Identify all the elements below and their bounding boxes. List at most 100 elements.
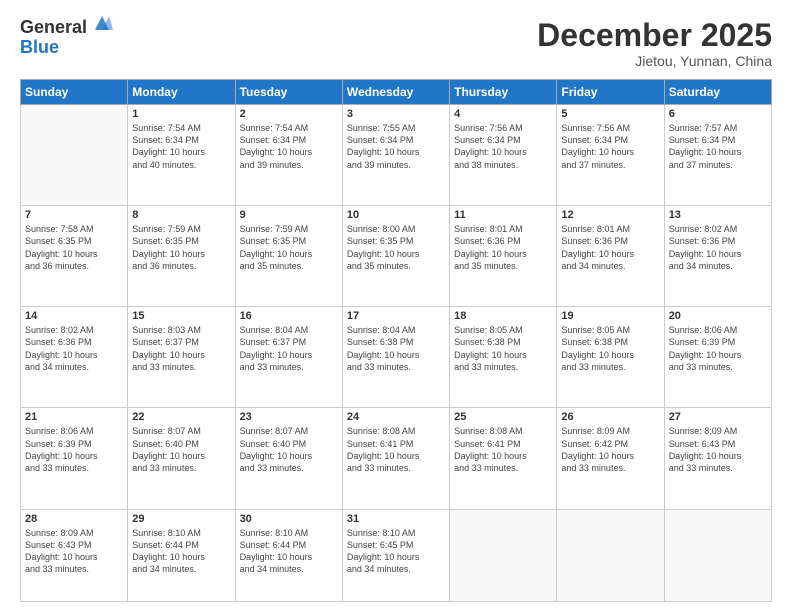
calendar-cell: 20 Sunrise: 8:06 AM Sunset: 6:39 PM Dayli… bbox=[664, 307, 771, 408]
cell-day-number: 11 bbox=[454, 209, 552, 221]
calendar-day-header: Wednesday bbox=[342, 80, 449, 105]
cell-info: Sunrise: 8:08 AM Sunset: 6:41 PM Dayligh… bbox=[454, 425, 552, 474]
cell-info: Sunrise: 7:59 AM Sunset: 6:35 PM Dayligh… bbox=[132, 223, 230, 272]
cell-day-number: 25 bbox=[454, 411, 552, 423]
cell-day-number: 31 bbox=[347, 513, 445, 525]
calendar-cell: 23 Sunrise: 8:07 AM Sunset: 6:40 PM Dayli… bbox=[235, 408, 342, 509]
cell-day-number: 13 bbox=[669, 209, 767, 221]
calendar-cell: 25 Sunrise: 8:08 AM Sunset: 6:41 PM Dayli… bbox=[450, 408, 557, 509]
cell-day-number: 7 bbox=[25, 209, 123, 221]
calendar-cell: 9 Sunrise: 7:59 AM Sunset: 6:35 PM Daylig… bbox=[235, 206, 342, 307]
cell-day-number: 1 bbox=[132, 108, 230, 120]
calendar-day-header: Sunday bbox=[21, 80, 128, 105]
cell-day-number: 27 bbox=[669, 411, 767, 423]
cell-day-number: 3 bbox=[347, 108, 445, 120]
cell-info: Sunrise: 8:07 AM Sunset: 6:40 PM Dayligh… bbox=[132, 425, 230, 474]
logo: General Blue bbox=[20, 18, 113, 58]
cell-info: Sunrise: 8:02 AM Sunset: 6:36 PM Dayligh… bbox=[669, 223, 767, 272]
cell-info: Sunrise: 8:06 AM Sunset: 6:39 PM Dayligh… bbox=[25, 425, 123, 474]
title-block: December 2025 Jietou, Yunnan, China bbox=[537, 18, 772, 69]
cell-info: Sunrise: 8:01 AM Sunset: 6:36 PM Dayligh… bbox=[561, 223, 659, 272]
cell-info: Sunrise: 8:01 AM Sunset: 6:36 PM Dayligh… bbox=[454, 223, 552, 272]
calendar-cell: 29 Sunrise: 8:10 AM Sunset: 6:44 PM Dayli… bbox=[128, 509, 235, 602]
cell-info: Sunrise: 8:08 AM Sunset: 6:41 PM Dayligh… bbox=[347, 425, 445, 474]
cell-info: Sunrise: 8:02 AM Sunset: 6:36 PM Dayligh… bbox=[25, 324, 123, 373]
calendar-cell: 31 Sunrise: 8:10 AM Sunset: 6:45 PM Dayli… bbox=[342, 509, 449, 602]
calendar-cell bbox=[664, 509, 771, 602]
cell-day-number: 6 bbox=[669, 108, 767, 120]
calendar-week-row: 21 Sunrise: 8:06 AM Sunset: 6:39 PM Dayli… bbox=[21, 408, 772, 509]
cell-day-number: 24 bbox=[347, 411, 445, 423]
calendar-cell: 2 Sunrise: 7:54 AM Sunset: 6:34 PM Daylig… bbox=[235, 105, 342, 206]
cell-info: Sunrise: 8:10 AM Sunset: 6:44 PM Dayligh… bbox=[132, 527, 230, 576]
calendar-cell: 4 Sunrise: 7:56 AM Sunset: 6:34 PM Daylig… bbox=[450, 105, 557, 206]
cell-info: Sunrise: 7:54 AM Sunset: 6:34 PM Dayligh… bbox=[240, 122, 338, 171]
logo-icon bbox=[91, 12, 113, 39]
cell-info: Sunrise: 8:09 AM Sunset: 6:42 PM Dayligh… bbox=[561, 425, 659, 474]
cell-day-number: 9 bbox=[240, 209, 338, 221]
calendar-cell: 6 Sunrise: 7:57 AM Sunset: 6:34 PM Daylig… bbox=[664, 105, 771, 206]
header: General Blue December 2025 Jietou, Yunna… bbox=[20, 18, 772, 69]
cell-info: Sunrise: 7:54 AM Sunset: 6:34 PM Dayligh… bbox=[132, 122, 230, 171]
calendar-cell: 1 Sunrise: 7:54 AM Sunset: 6:34 PM Daylig… bbox=[128, 105, 235, 206]
cell-day-number: 12 bbox=[561, 209, 659, 221]
calendar-cell: 21 Sunrise: 8:06 AM Sunset: 6:39 PM Dayli… bbox=[21, 408, 128, 509]
cell-day-number: 8 bbox=[132, 209, 230, 221]
cell-day-number: 17 bbox=[347, 310, 445, 322]
cell-day-number: 4 bbox=[454, 108, 552, 120]
cell-info: Sunrise: 8:09 AM Sunset: 6:43 PM Dayligh… bbox=[25, 527, 123, 576]
cell-info: Sunrise: 7:56 AM Sunset: 6:34 PM Dayligh… bbox=[454, 122, 552, 171]
calendar-day-header: Friday bbox=[557, 80, 664, 105]
calendar-week-row: 28Sunrise: 8:09 AM Sunset: 6:43 PM Dayli… bbox=[21, 509, 772, 602]
calendar-cell: 5 Sunrise: 7:56 AM Sunset: 6:34 PM Daylig… bbox=[557, 105, 664, 206]
calendar-week-row: 7 Sunrise: 7:58 AM Sunset: 6:35 PM Daylig… bbox=[21, 206, 772, 307]
cell-info: Sunrise: 8:06 AM Sunset: 6:39 PM Dayligh… bbox=[669, 324, 767, 373]
cell-info: Sunrise: 7:57 AM Sunset: 6:34 PM Dayligh… bbox=[669, 122, 767, 171]
cell-day-number: 15 bbox=[132, 310, 230, 322]
calendar-day-header: Thursday bbox=[450, 80, 557, 105]
cell-info: Sunrise: 8:03 AM Sunset: 6:37 PM Dayligh… bbox=[132, 324, 230, 373]
cell-day-number: 23 bbox=[240, 411, 338, 423]
cell-info: Sunrise: 8:10 AM Sunset: 6:44 PM Dayligh… bbox=[240, 527, 338, 576]
calendar-day-header: Tuesday bbox=[235, 80, 342, 105]
calendar-cell: 13 Sunrise: 8:02 AM Sunset: 6:36 PM Dayli… bbox=[664, 206, 771, 307]
calendar-cell: 27 Sunrise: 8:09 AM Sunset: 6:43 PM Dayli… bbox=[664, 408, 771, 509]
location: Jietou, Yunnan, China bbox=[537, 53, 772, 69]
cell-info: Sunrise: 8:09 AM Sunset: 6:43 PM Dayligh… bbox=[669, 425, 767, 474]
calendar-cell: 22Sunrise: 8:07 AM Sunset: 6:40 PM Dayli… bbox=[128, 408, 235, 509]
calendar-cell: 12 Sunrise: 8:01 AM Sunset: 6:36 PM Dayli… bbox=[557, 206, 664, 307]
calendar-cell: 14 Sunrise: 8:02 AM Sunset: 6:36 PM Dayli… bbox=[21, 307, 128, 408]
cell-day-number: 14 bbox=[25, 310, 123, 322]
calendar-header-row: SundayMondayTuesdayWednesdayThursdayFrid… bbox=[21, 80, 772, 105]
cell-info: Sunrise: 8:07 AM Sunset: 6:40 PM Dayligh… bbox=[240, 425, 338, 474]
cell-info: Sunrise: 8:04 AM Sunset: 6:37 PM Dayligh… bbox=[240, 324, 338, 373]
cell-info: Sunrise: 7:55 AM Sunset: 6:34 PM Dayligh… bbox=[347, 122, 445, 171]
month-title: December 2025 bbox=[537, 18, 772, 53]
cell-info: Sunrise: 7:56 AM Sunset: 6:34 PM Dayligh… bbox=[561, 122, 659, 171]
calendar-cell: 30 Sunrise: 8:10 AM Sunset: 6:44 PM Dayli… bbox=[235, 509, 342, 602]
cell-day-number: 20 bbox=[669, 310, 767, 322]
logo-blue: Blue bbox=[20, 38, 87, 58]
calendar-cell bbox=[21, 105, 128, 206]
calendar-cell: 8 Sunrise: 7:59 AM Sunset: 6:35 PM Daylig… bbox=[128, 206, 235, 307]
cell-day-number: 30 bbox=[240, 513, 338, 525]
cell-day-number: 5 bbox=[561, 108, 659, 120]
cell-day-number: 18 bbox=[454, 310, 552, 322]
calendar-cell: 24 Sunrise: 8:08 AM Sunset: 6:41 PM Dayli… bbox=[342, 408, 449, 509]
calendar-cell: 26 Sunrise: 8:09 AM Sunset: 6:42 PM Dayli… bbox=[557, 408, 664, 509]
cell-info: Sunrise: 7:58 AM Sunset: 6:35 PM Dayligh… bbox=[25, 223, 123, 272]
calendar-cell: 16Sunrise: 8:04 AM Sunset: 6:37 PM Dayli… bbox=[235, 307, 342, 408]
cell-info: Sunrise: 8:05 AM Sunset: 6:38 PM Dayligh… bbox=[454, 324, 552, 373]
calendar-cell: 7 Sunrise: 7:58 AM Sunset: 6:35 PM Daylig… bbox=[21, 206, 128, 307]
cell-day-number: 29 bbox=[132, 513, 230, 525]
cell-day-number: 2 bbox=[240, 108, 338, 120]
cell-day-number: 21 bbox=[25, 411, 123, 423]
cell-info: Sunrise: 7:59 AM Sunset: 6:35 PM Dayligh… bbox=[240, 223, 338, 272]
cell-day-number: 26 bbox=[561, 411, 659, 423]
calendar-cell: 17Sunrise: 8:04 AM Sunset: 6:38 PM Dayli… bbox=[342, 307, 449, 408]
calendar-cell: 15 Sunrise: 8:03 AM Sunset: 6:37 PM Dayli… bbox=[128, 307, 235, 408]
cell-info: Sunrise: 8:10 AM Sunset: 6:45 PM Dayligh… bbox=[347, 527, 445, 576]
page: General Blue December 2025 Jietou, Yunna… bbox=[0, 0, 792, 612]
cell-info: Sunrise: 8:05 AM Sunset: 6:38 PM Dayligh… bbox=[561, 324, 659, 373]
cell-day-number: 19 bbox=[561, 310, 659, 322]
